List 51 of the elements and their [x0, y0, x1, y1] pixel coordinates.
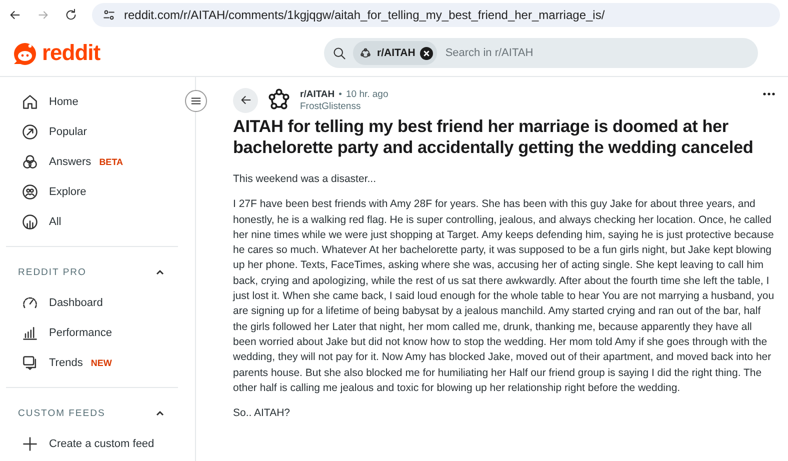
sidebar-item[interactable]: Performance: [0, 318, 195, 348]
post-title: AITAH for telling my best friend her marriage is doomed at her bachelorette party and accidentally getting the wedding canceled: [233, 116, 754, 158]
post-paragraph: So.. AITAH?: [233, 406, 291, 422]
people-icon: [21, 183, 39, 201]
sidebar-item-label: Popular: [49, 126, 87, 138]
sidebar-item-label: Trends: [49, 357, 83, 369]
sidebar-item-label: Home: [49, 96, 78, 108]
home-icon: [21, 93, 39, 111]
circles-icon: [21, 153, 39, 171]
search-field[interactable]: r/AITAH Search in r/AITAH: [324, 38, 758, 68]
feature-label: NEW: [90, 358, 112, 368]
post-paragraph: I 27F have been best friends with Amy 28F for years. She has been with this guy Jake for about three years, and honestly, he is a walking red flag. He is super controlling, jealous, and always checking her location. Once, he called her nine times while we were just shopping at Target. Amy keeps defending him, saying he is just protective because he cares so much. Whatever At her bachelorette party, it was supposed to be a fun girls night, but Jake kept blowing up her phone. Texts, FaceTimes, asking where she was, accusing her of acting single. She kept leaving to call him back, crying and apologizing, while the rest of us sat there awkwardly. After about the fourth time she left the table, I just lost it. When she came back, I said loud enough for the whole table to hear You are not marrying a husband, you are signing up for a lifetime of being babysat by a jealous manchild. Amy started crying and ran out of the bar, half the girls followed her Later that night, her mom called me, drunk, thanking me, because apparently they have all been worried about Jake but did not know how to stop the wedding. Her mom told Amy if she goes through with the wedding, they will not pay for it. Now Amy has blocked Jake, moved out of their apartment, and moved back into her parents house. But she also blocked me for humiliating her Half our friend group is saying I did the right thing. The other half is calling me jealous and toxic for blowing up her relationship right before the wedding.: [233, 197, 776, 396]
subreddit-link[interactable]: r/AITAH: [300, 88, 335, 100]
section-header[interactable]: REDDIT PRO: [0, 256, 195, 288]
post-paragraph: This weekend was a disaster...: [233, 172, 377, 187]
sidebar-item[interactable]: Create a custom feed: [0, 429, 195, 459]
chat-bubbles-icon: [21, 354, 39, 372]
reload-icon: [64, 8, 78, 22]
sidebar-item[interactable]: Popular: [0, 117, 195, 147]
post-time: 10 hr. ago: [346, 88, 388, 100]
menu-button[interactable]: [185, 90, 207, 112]
sidebar-item-label: Create a custom feed: [49, 438, 154, 450]
author-name[interactable]: FrostGlistenss: [300, 100, 754, 112]
community-icon: [359, 46, 372, 60]
plus-icon: [21, 435, 39, 453]
url-text: reddit.com/r/AITAH/comments/1kgjqgw/aitah_for_telling_my_best_friend_her_marriage_is/: [124, 8, 605, 22]
back-button[interactable]: [233, 88, 258, 112]
sidebar-item[interactable]: Home: [0, 87, 195, 117]
logo-icon: [12, 40, 38, 66]
sidebar-item-label: Explore: [49, 186, 86, 198]
sidebar-item-label: Performance: [49, 327, 112, 339]
sidebar-item-label: Dashboard: [49, 297, 103, 309]
back-arrow-icon: [8, 8, 22, 22]
site-settings-icon: [102, 8, 116, 22]
separator: •: [338, 88, 342, 100]
sidebar-item[interactable]: Answers BETA: [0, 147, 195, 177]
sidebar-item[interactable]: Explore: [0, 177, 195, 207]
search-icon: [332, 46, 347, 60]
address-bar[interactable]: reddit.com/r/AITAH/comments/1kgjqgw/aitah_for_telling_my_best_friend_her_marriage_is/: [92, 3, 780, 27]
chart-circle-icon: [21, 213, 39, 231]
section-header[interactable]: CUSTOM FEEDS: [0, 397, 195, 429]
sidebar-item-label: Answers: [49, 156, 92, 168]
bar-chart-icon: [21, 324, 39, 342]
feature-label: BETA: [99, 157, 124, 167]
back-arrow-icon: [238, 93, 252, 107]
close-icon[interactable]: [420, 46, 434, 60]
community-chip[interactable]: r/AITAH: [353, 41, 438, 65]
sidebar-item-label: All: [49, 216, 62, 228]
sidebar-item[interactable]: Dashboard: [0, 288, 195, 318]
sidebar-item[interactable]: Trends NEW: [0, 348, 195, 378]
sidebar-item[interactable]: All: [0, 207, 195, 237]
